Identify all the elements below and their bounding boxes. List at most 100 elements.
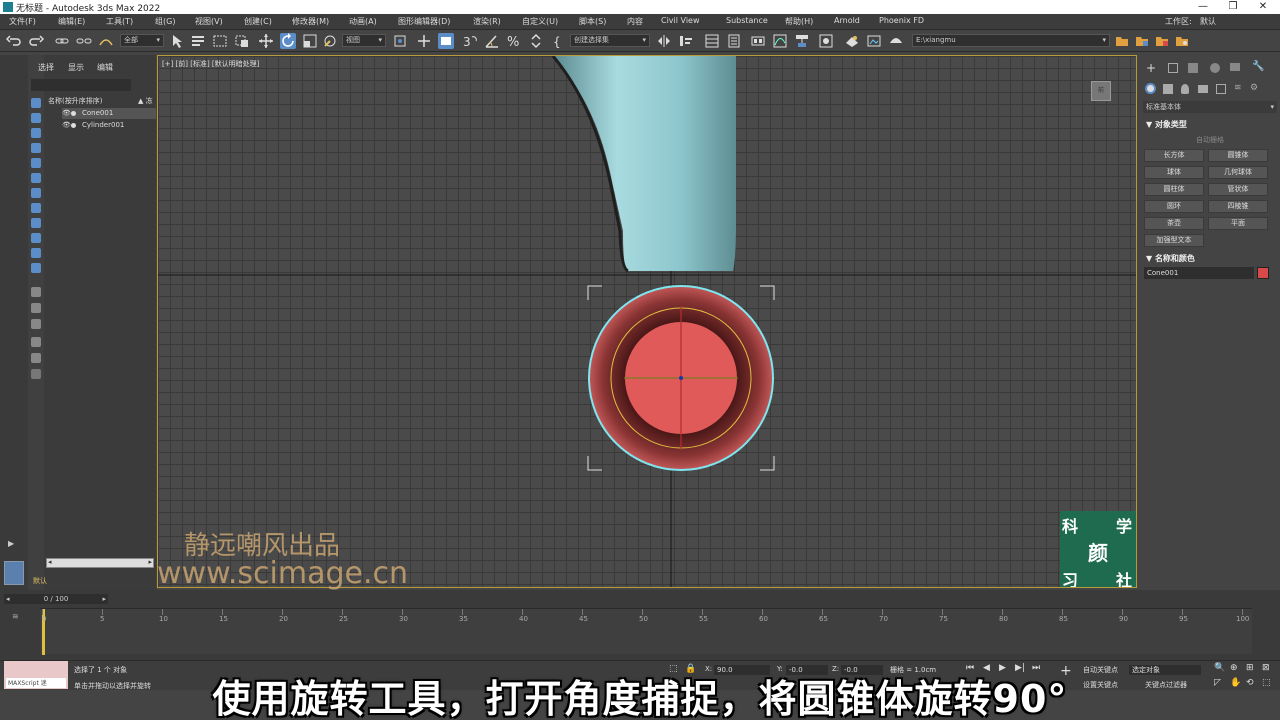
helpers-category-icon[interactable] — [1216, 84, 1226, 94]
plane-button[interactable]: 平面 — [1208, 217, 1268, 230]
motion-tab-icon[interactable] — [1210, 63, 1220, 73]
cylinder-object[interactable] — [553, 56, 736, 271]
spacewarps-category-icon[interactable]: ≋ — [1234, 83, 1242, 93]
sort-icon[interactable] — [31, 319, 41, 329]
manipulate-icon[interactable] — [416, 33, 432, 49]
bind-spacewarp-icon[interactable] — [98, 33, 114, 49]
horizontal-scrollbar[interactable]: ◂ ▸ — [46, 558, 154, 568]
create-tab-icon[interactable]: + — [1146, 61, 1156, 75]
project-folder-icon[interactable] — [1114, 33, 1130, 49]
redo-icon[interactable] — [28, 33, 45, 49]
menu-civil-view[interactable]: Civil View — [661, 16, 700, 25]
rotate-icon[interactable] — [280, 33, 296, 49]
layer-explorer-icon[interactable] — [726, 33, 742, 49]
display-cameras-icon[interactable] — [31, 158, 41, 168]
schematic-view-icon[interactable] — [794, 33, 810, 49]
visibility-eye-icon[interactable]: 👁 — [62, 121, 71, 129]
display-containers-icon[interactable] — [31, 248, 41, 258]
display-geometry-icon[interactable] — [31, 113, 41, 123]
undo-icon[interactable] — [5, 33, 22, 49]
minimize-button[interactable]: — — [1190, 0, 1216, 14]
mirror-icon[interactable] — [656, 33, 672, 49]
expand-arrow-icon[interactable]: ▶ — [8, 539, 14, 548]
hierarchy-tab-icon[interactable] — [1188, 63, 1198, 73]
project-path-field[interactable]: E:\xiangmu ▾ — [912, 34, 1110, 47]
lights-category-icon[interactable] — [1181, 84, 1189, 94]
select-by-name-icon[interactable] — [190, 33, 206, 49]
modify-tab-icon[interactable] — [1168, 63, 1178, 73]
align-icon[interactable] — [678, 33, 694, 49]
menu-group[interactable]: 组(G) — [155, 16, 175, 27]
selection-filter-dropdown[interactable]: 全部 ▾ — [120, 34, 164, 47]
tab-edit[interactable]: 编辑 — [97, 62, 113, 73]
curve-editor-icon[interactable] — [772, 33, 788, 49]
object-color-swatch[interactable] — [1257, 267, 1269, 279]
visibility-eye-icon[interactable]: 👁 — [62, 109, 71, 117]
scene-object-row[interactable]: 👁 Cone001 — [62, 108, 156, 119]
text-plus-button[interactable]: 加强型文本 — [1144, 234, 1204, 247]
snap-toggle-icon[interactable]: 3 — [462, 33, 478, 49]
teapot-button[interactable]: 茶壶 — [1144, 217, 1204, 230]
menu-phoenix-fd[interactable]: Phoenix FD — [879, 16, 924, 25]
menu-graph-editors[interactable]: 图形编辑器(D) — [398, 16, 450, 27]
torus-button[interactable]: 圆环 — [1144, 200, 1204, 213]
display-shapes-icon[interactable] — [31, 128, 41, 138]
menu-create[interactable]: 创建(C) — [244, 16, 272, 27]
render-setup-icon[interactable] — [844, 33, 860, 49]
track-bar[interactable]: 0 5 10 15 20 25 30 35 40 45 50 55 60 65 … — [40, 608, 1252, 655]
named-selection-set-dropdown[interactable]: 创建选择集 ▾ — [570, 34, 650, 47]
shapes-category-icon[interactable] — [1163, 84, 1173, 94]
cone-button[interactable]: 圆锥体 — [1208, 149, 1268, 162]
menu-edit[interactable]: 编辑(E) — [58, 16, 85, 27]
scene-object-row[interactable]: 👁 Cylinder001 — [62, 120, 156, 131]
link-icon[interactable] — [54, 33, 70, 49]
menu-substance[interactable]: Substance — [726, 16, 768, 25]
select-object-icon[interactable] — [170, 33, 186, 49]
display-bones-icon[interactable] — [31, 233, 41, 243]
tube-button[interactable]: 管状体 — [1208, 183, 1268, 196]
lock-icon[interactable] — [31, 369, 41, 379]
rendered-frame-window-icon[interactable] — [866, 33, 882, 49]
name-color-header[interactable]: ▼ 名称和颜色 — [1146, 253, 1195, 264]
pivot-center-icon[interactable] — [392, 33, 408, 49]
display-xrefs-icon[interactable] — [31, 218, 41, 228]
menu-tools[interactable]: 工具(T) — [106, 16, 133, 27]
angle-snap-icon[interactable] — [484, 33, 500, 49]
spinner-snap-icon[interactable] — [528, 33, 544, 49]
close-button[interactable]: ✕ — [1250, 0, 1276, 14]
menu-scripting[interactable]: 脚本(S) — [579, 16, 606, 27]
viewport-layout-icon[interactable] — [4, 561, 24, 585]
sphere-button[interactable]: 球体 — [1144, 166, 1204, 179]
display-frozen-icon[interactable] — [31, 263, 41, 273]
rect-selection-icon[interactable] — [212, 33, 228, 49]
systems-category-icon[interactable]: ⚙ — [1250, 83, 1258, 93]
layer-bar[interactable]: 默认 — [33, 573, 156, 589]
geosphere-button[interactable]: 几何球体 — [1208, 166, 1268, 179]
layers-icon[interactable] — [31, 303, 41, 313]
scroll-left-icon[interactable]: ◂ — [48, 558, 52, 566]
mini-curve-icon[interactable]: ≋ — [12, 612, 19, 621]
menu-help[interactable]: 帮助(H) — [785, 16, 813, 27]
stack-icon[interactable] — [31, 337, 41, 347]
scale-icon[interactable] — [302, 33, 318, 49]
box-button[interactable]: 长方体 — [1144, 149, 1204, 162]
settings-folder-icon[interactable] — [1174, 33, 1190, 49]
place-icon[interactable] — [322, 33, 338, 49]
utilities-tab-icon[interactable]: 🔧 — [1252, 61, 1264, 72]
menu-file[interactable]: 文件(F) — [9, 16, 36, 27]
save-folder-icon[interactable] — [1154, 33, 1170, 49]
display-helpers-icon[interactable] — [31, 173, 41, 183]
menu-customize[interactable]: 自定义(U) — [522, 16, 558, 27]
time-slider-next-icon[interactable]: ▸ — [102, 594, 106, 604]
menu-modifiers[interactable]: 修改器(M) — [292, 16, 329, 27]
unlink-icon[interactable] — [76, 33, 92, 49]
front-viewport[interactable]: [+] [前] [标准] [默认明暗处理] 前 科 学 颜 习 社 — [157, 55, 1137, 588]
pyramid-button[interactable]: 四棱锥 — [1208, 200, 1268, 213]
column-header[interactable]: 名称(按升序排序) ▲ 冻 — [48, 96, 156, 108]
filter-icon[interactable] — [31, 353, 41, 363]
menu-arnold[interactable]: Arnold — [834, 16, 860, 25]
keyboard-shortcut-override-icon[interactable] — [438, 33, 454, 49]
display-lights-icon[interactable] — [31, 143, 41, 153]
scroll-right-icon[interactable]: ▸ — [148, 558, 152, 566]
percent-snap-icon[interactable]: % — [506, 33, 522, 50]
